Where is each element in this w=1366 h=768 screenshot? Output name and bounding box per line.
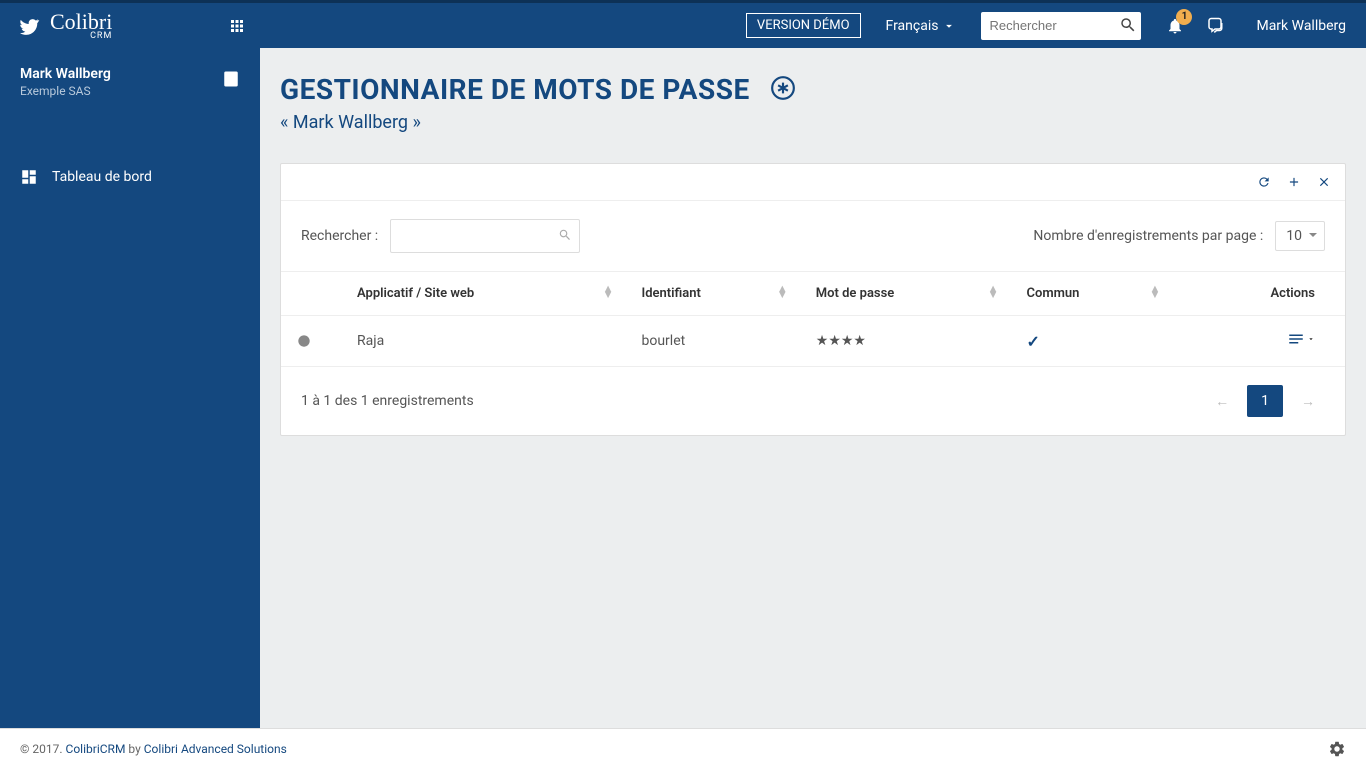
sidebar: Mark Wallberg Exemple SAS Tableau de bor… bbox=[0, 48, 260, 728]
current-user-menu[interactable]: Mark Wallberg bbox=[1256, 18, 1346, 34]
language-selector[interactable]: Français bbox=[886, 18, 957, 34]
search-icon bbox=[1119, 16, 1137, 34]
passwords-card: Rechercher : Nombre d'enregistrements pa… bbox=[280, 163, 1346, 436]
search-input[interactable] bbox=[981, 12, 1141, 40]
col-password[interactable]: Mot de passe▲▼ bbox=[800, 272, 1011, 316]
passwords-table: Applicatif / Site web▲▼ Identifiant▲▼ Mo… bbox=[281, 272, 1345, 367]
records-info: 1 à 1 des 1 enregistrements bbox=[301, 393, 474, 409]
sort-icon: ▲▼ bbox=[603, 286, 614, 298]
gear-icon bbox=[1328, 740, 1346, 758]
brand-logo[interactable]: Colibri CRM bbox=[20, 11, 220, 41]
page-size-select[interactable]: 10 bbox=[1275, 221, 1325, 251]
sort-icon: ▲▼ bbox=[777, 286, 788, 298]
filter-search-label: Rechercher : bbox=[301, 228, 378, 244]
bird-icon bbox=[20, 15, 42, 37]
col-actions: Actions bbox=[1172, 272, 1345, 316]
card-filter-bar: Rechercher : Nombre d'enregistrements pa… bbox=[281, 201, 1345, 272]
sidebar-user-company: Exemple SAS bbox=[20, 84, 240, 98]
search-icon bbox=[558, 227, 572, 243]
notification-badge: 1 bbox=[1176, 9, 1192, 25]
page-title: GESTIONNAIRE DE MOTS DE PASSE bbox=[280, 73, 750, 106]
footer-link-solutions[interactable]: Colibri Advanced Solutions bbox=[144, 742, 287, 756]
page-prev[interactable]: ← bbox=[1205, 387, 1239, 416]
page-current[interactable]: 1 bbox=[1247, 385, 1283, 417]
col-common[interactable]: Commun▲▼ bbox=[1010, 272, 1172, 316]
cell-identifier: bourlet bbox=[625, 316, 799, 367]
asterisk-circle-icon[interactable] bbox=[770, 75, 796, 105]
refresh-icon bbox=[1257, 175, 1271, 189]
cell-app: Raja bbox=[341, 316, 625, 367]
sidebar-item-dashboard[interactable]: Tableau de bord bbox=[0, 156, 260, 198]
card-toolbar bbox=[281, 164, 1345, 201]
language-label: Français bbox=[886, 18, 939, 34]
top-header: Colibri CRM VERSION DÉMO Français 1 Mark… bbox=[0, 0, 1366, 48]
col-identifier[interactable]: Identifiant▲▼ bbox=[625, 272, 799, 316]
add-button[interactable] bbox=[1287, 174, 1301, 190]
dashboard-icon bbox=[20, 168, 38, 186]
chat-icon bbox=[1206, 17, 1224, 35]
page-title-row: GESTIONNAIRE DE MOTS DE PASSE bbox=[280, 73, 1346, 106]
refresh-button[interactable] bbox=[1257, 174, 1271, 190]
demo-badge: VERSION DÉMO bbox=[746, 13, 861, 38]
chat-button[interactable] bbox=[1206, 17, 1224, 35]
global-search bbox=[981, 12, 1141, 40]
list-icon bbox=[1287, 330, 1305, 348]
brand-name: Colibri bbox=[50, 11, 112, 33]
close-button[interactable] bbox=[1317, 174, 1331, 190]
footer-link-colibri[interactable]: ColibriCRM bbox=[66, 742, 126, 756]
plus-icon bbox=[1287, 175, 1301, 189]
chevron-down-icon bbox=[1307, 335, 1315, 343]
sort-icon: ▲▼ bbox=[988, 286, 999, 298]
col-app[interactable]: Applicatif / Site web▲▼ bbox=[341, 272, 625, 316]
cell-password: ★★★★ bbox=[800, 316, 1011, 367]
page-size-value: 10 bbox=[1286, 228, 1302, 244]
card-footer: 1 à 1 des 1 enregistrements ← 1 → bbox=[281, 367, 1345, 435]
apps-grid-icon[interactable] bbox=[228, 17, 246, 35]
footer-text: © 2017. ColibriCRM by Colibri Advanced S… bbox=[20, 742, 287, 756]
sidebar-user-block[interactable]: Mark Wallberg Exemple SAS bbox=[0, 48, 260, 116]
chevron-down-icon bbox=[942, 19, 956, 33]
brand-sub: CRM bbox=[50, 31, 112, 41]
pagination: ← 1 → bbox=[1205, 385, 1325, 417]
check-icon: ✓ bbox=[1026, 332, 1039, 351]
page-size-label: Nombre d'enregistrements par page : bbox=[1033, 228, 1263, 244]
page-next[interactable]: → bbox=[1291, 387, 1325, 416]
sort-icon: ▲▼ bbox=[1150, 286, 1161, 298]
contact-card-icon[interactable] bbox=[222, 70, 240, 88]
settings-button[interactable] bbox=[1328, 740, 1346, 758]
sidebar-user-name: Mark Wallberg bbox=[20, 66, 240, 82]
main-content: GESTIONNAIRE DE MOTS DE PASSE « Mark Wal… bbox=[260, 48, 1366, 728]
sidebar-nav: Tableau de bord bbox=[0, 156, 260, 198]
table-row: Raja bourlet ★★★★ ✓ bbox=[281, 316, 1345, 367]
globe-icon bbox=[297, 333, 311, 349]
search-button[interactable] bbox=[1119, 16, 1137, 34]
table-search-input[interactable] bbox=[390, 219, 580, 253]
page-subtitle: « Mark Wallberg » bbox=[280, 112, 1346, 133]
footer: © 2017. ColibriCRM by Colibri Advanced S… bbox=[0, 728, 1366, 768]
close-icon bbox=[1317, 175, 1331, 189]
sidebar-item-label: Tableau de bord bbox=[52, 169, 152, 185]
notifications-button[interactable]: 1 bbox=[1166, 17, 1184, 35]
row-actions-menu[interactable] bbox=[1287, 330, 1315, 348]
